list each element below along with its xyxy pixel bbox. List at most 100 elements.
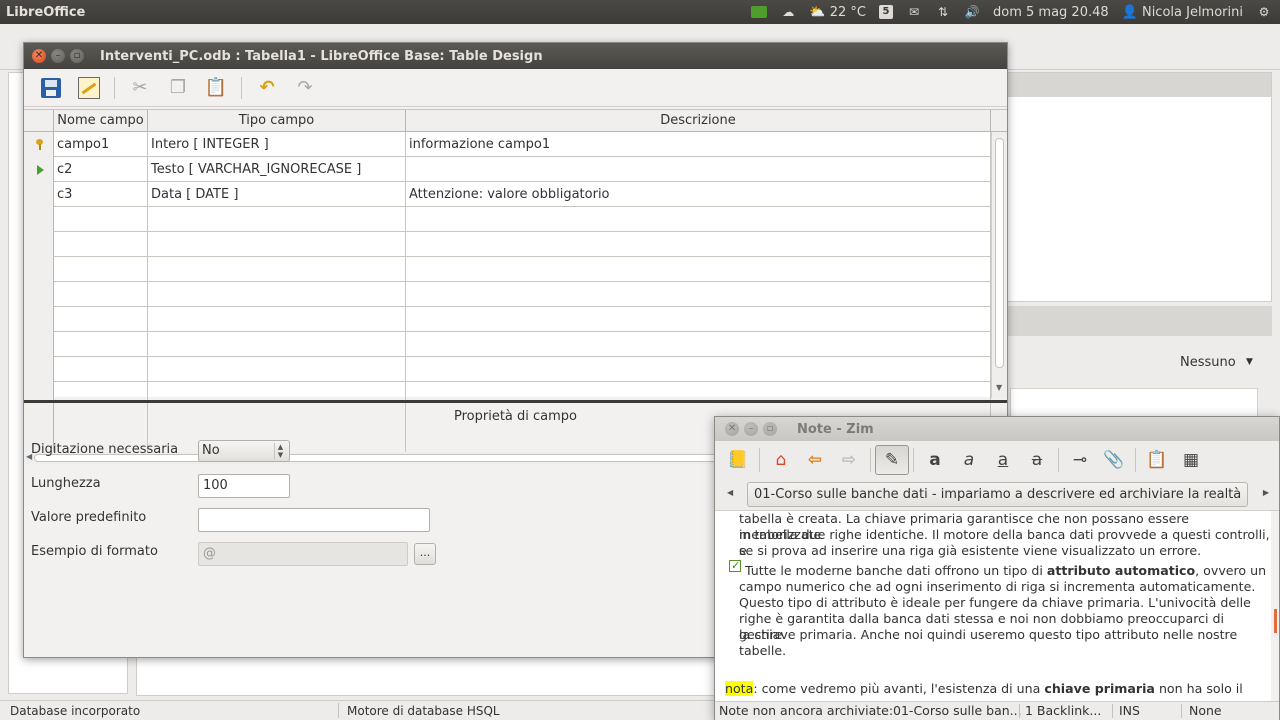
description-cell[interactable] — [406, 332, 991, 357]
field-type-cell[interactable] — [148, 232, 406, 257]
row-header[interactable] — [24, 357, 54, 382]
scrollbar-thumb[interactable] — [1274, 609, 1277, 633]
empty-row[interactable] — [24, 282, 991, 307]
row-header[interactable] — [24, 257, 54, 282]
field-name-cell[interactable] — [54, 232, 148, 257]
home-button[interactable]: ⌂ — [764, 445, 798, 475]
field-name-cell[interactable] — [54, 207, 148, 232]
bold-button[interactable]: a — [918, 445, 952, 475]
calendar-indicator-icon[interactable]: 5 — [879, 5, 893, 19]
field-name-cell[interactable] — [54, 332, 148, 357]
strikethrough-button[interactable]: a — [1020, 445, 1054, 475]
field-type-cell[interactable]: Testo [ VARCHAR_IGNORECASE ] — [148, 157, 406, 182]
column-header-field-type[interactable]: Tipo campo — [148, 110, 406, 132]
evernote-indicator-icon[interactable] — [751, 6, 768, 18]
field-type-cell[interactable] — [148, 257, 406, 282]
description-cell[interactable] — [406, 307, 991, 332]
session-gear-icon[interactable]: ⚙ — [1256, 5, 1272, 19]
italic-button[interactable]: a — [952, 445, 986, 475]
paste-button[interactable]: 📋 — [199, 73, 233, 103]
undo-button[interactable]: ↶ — [250, 73, 284, 103]
length-input[interactable]: 100 — [198, 474, 290, 498]
volume-icon[interactable]: 🔊 — [964, 5, 980, 19]
field-type-cell[interactable] — [148, 282, 406, 307]
field-type-cell[interactable] — [148, 332, 406, 357]
maximize-button[interactable]: ▫ — [763, 422, 777, 436]
attach-file-button[interactable]: 📎 — [1097, 445, 1131, 475]
cloud-icon[interactable]: ☁ — [780, 5, 796, 19]
calendar-button[interactable]: ▦ — [1174, 445, 1208, 475]
row-header[interactable] — [24, 307, 54, 332]
minimize-button[interactable]: – — [744, 422, 758, 436]
empty-row[interactable] — [24, 257, 991, 282]
row-header[interactable] — [24, 282, 54, 307]
splitter[interactable] — [24, 400, 1007, 403]
clock[interactable]: dom 5 mag 20.48 — [993, 5, 1109, 20]
field-name-cell[interactable]: campo1 — [54, 132, 148, 157]
back-button[interactable]: ⇦ — [798, 445, 832, 475]
forward-button[interactable]: ⇨ — [832, 445, 866, 475]
weather-indicator[interactable]: ⛅ 22 °C — [809, 5, 866, 20]
empty-row[interactable] — [24, 232, 991, 257]
empty-row[interactable] — [24, 332, 991, 357]
row-header[interactable] — [24, 132, 54, 157]
field-type-cell[interactable]: Data [ DATE ] — [148, 182, 406, 207]
status-style[interactable]: None — [1189, 702, 1222, 720]
field-name-cell[interactable] — [54, 282, 148, 307]
column-header-description[interactable]: Descrizione — [406, 110, 991, 132]
close-button[interactable]: ✕ — [32, 49, 46, 63]
description-cell[interactable]: Attenzione: valore obbligatorio — [406, 182, 991, 207]
empty-row[interactable] — [24, 307, 991, 332]
minimize-button[interactable]: – — [51, 49, 65, 63]
row-header[interactable] — [24, 157, 54, 182]
field-name-cell[interactable]: c2 — [54, 157, 148, 182]
field-name-cell[interactable] — [54, 257, 148, 282]
underline-button[interactable]: a — [986, 445, 1020, 475]
description-cell[interactable] — [406, 232, 991, 257]
column-header-field-name[interactable]: Nome campo — [54, 110, 148, 132]
table-design-titlebar[interactable]: ✕ – ▫ Interventi_PC.odb : Tabella1 - Lib… — [24, 43, 1007, 69]
field-type-cell[interactable] — [148, 357, 406, 382]
description-cell[interactable] — [406, 282, 991, 307]
field-type-cell[interactable] — [148, 207, 406, 232]
insert-link-button[interactable]: ⊸ — [1063, 445, 1097, 475]
field-type-cell[interactable]: Intero [ INTEGER ] — [148, 132, 406, 157]
row-header[interactable] — [24, 207, 54, 232]
table-row[interactable]: campo1 Intero [ INTEGER ] informazione c… — [24, 132, 991, 157]
grid-vertical-scrollbar[interactable]: ▼ — [991, 132, 1007, 398]
format-button[interactable]: ... — [414, 543, 436, 565]
mail-icon[interactable]: ✉ — [906, 5, 922, 19]
path-scroll-right-icon[interactable]: ▶ — [1263, 488, 1269, 497]
table-row[interactable]: c2 Testo [ VARCHAR_IGNORECASE ] — [24, 157, 991, 182]
empty-row[interactable] — [24, 357, 991, 382]
scroll-down-arrow-icon[interactable]: ▼ — [996, 383, 1002, 392]
zim-titlebar[interactable]: ✕ – ▫ Note - Zim — [715, 417, 1279, 441]
path-page-button[interactable]: 01-Corso sulle banche dati - impariamo a… — [747, 482, 1249, 507]
description-cell[interactable] — [406, 157, 991, 182]
required-select[interactable]: No ▲ ▼ — [198, 440, 290, 462]
close-button[interactable]: ✕ — [725, 422, 739, 436]
field-name-cell[interactable]: c3 — [54, 182, 148, 207]
description-cell[interactable] — [406, 257, 991, 282]
field-name-cell[interactable] — [54, 357, 148, 382]
network-icon[interactable]: ⇅ — [935, 5, 951, 19]
description-cell[interactable]: informazione campo1 — [406, 132, 991, 157]
preview-mode-select[interactable]: Nessuno — [1180, 355, 1236, 370]
copy-button[interactable]: ❐ — [161, 73, 195, 103]
scrollbar-thumb[interactable] — [995, 138, 1004, 368]
task-list-button[interactable]: 📋 — [1140, 445, 1174, 475]
note-scrollbar[interactable] — [1271, 511, 1279, 703]
cut-button[interactable]: ✂ — [123, 73, 157, 103]
row-header[interactable] — [24, 182, 54, 207]
field-name-cell[interactable] — [54, 307, 148, 332]
path-scroll-left-icon[interactable]: ◀ — [727, 488, 733, 497]
edit-mode-button[interactable] — [72, 73, 106, 103]
row-header[interactable] — [24, 332, 54, 357]
table-row[interactable]: c3 Data [ DATE ] Attenzione: valore obbl… — [24, 182, 991, 207]
field-type-cell[interactable] — [148, 307, 406, 332]
description-cell[interactable] — [406, 207, 991, 232]
description-cell[interactable] — [406, 357, 991, 382]
checkbox-checked-icon[interactable] — [729, 558, 741, 574]
edit-toggle-button[interactable]: ✎ — [875, 445, 909, 475]
empty-row[interactable] — [24, 207, 991, 232]
